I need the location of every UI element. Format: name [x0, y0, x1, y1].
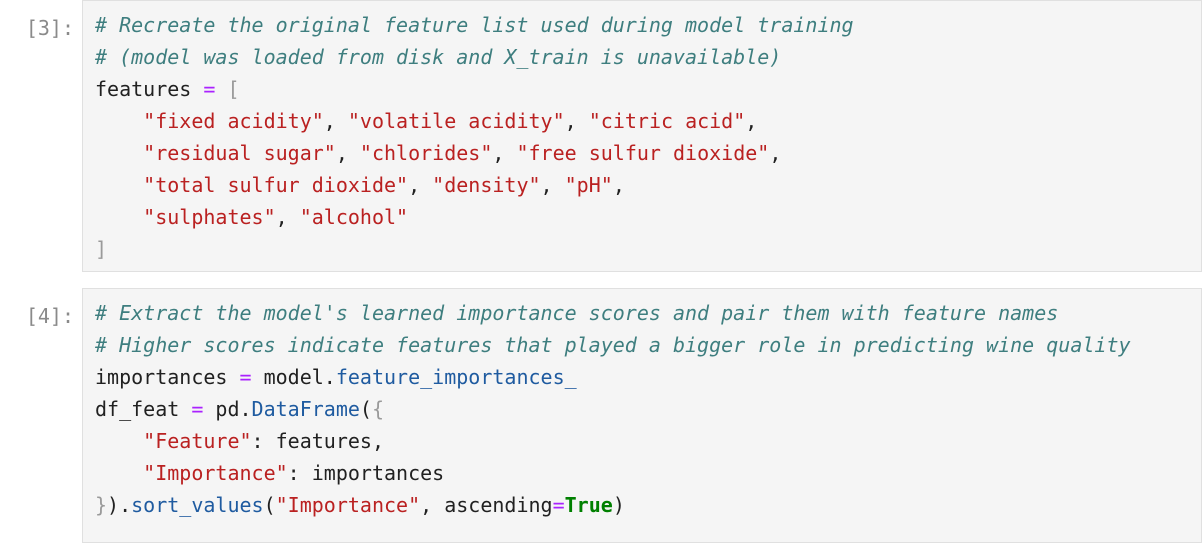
code-token: , [612, 173, 625, 197]
code-token: "alcohol" [299, 205, 409, 229]
code-token: "pH" [564, 173, 613, 197]
code-token: # Recreate the original feature list use… [95, 13, 854, 37]
code-line: # Higher scores indicate features that p… [95, 329, 1131, 361]
code-token: : features, [251, 429, 384, 453]
code-token: sort_values [131, 493, 264, 517]
code-token: "volatile acidity" [347, 109, 565, 133]
code-token: "Importance" [143, 461, 288, 485]
code-token: , [275, 205, 300, 229]
code-token: "density" [432, 173, 541, 197]
code-token: "free sulfur dioxide" [516, 141, 770, 165]
code-token: "residual sugar" [143, 141, 336, 165]
code-token: , [769, 141, 782, 165]
code-line: "residual sugar", "chlorides", "free sul… [95, 137, 854, 169]
code-token: = [203, 77, 216, 101]
code-line: # Recreate the original feature list use… [95, 9, 854, 41]
code-token: DataFrame [251, 397, 360, 421]
code-token: "Feature" [143, 429, 252, 453]
code-line: df_feat = pd.DataFrame({ [95, 393, 1131, 425]
code-line: ] [95, 233, 854, 265]
code-line: importances = model.feature_importances_ [95, 361, 1131, 393]
code-line: "fixed acidity", "volatile acidity", "ci… [95, 105, 854, 137]
code-token: model. [251, 365, 336, 389]
code-line: # Extract the model's learned importance… [95, 297, 1131, 329]
code-token: "fixed acidity" [143, 109, 324, 133]
code-token: , [745, 109, 758, 133]
code-token: "total sulfur dioxide" [143, 173, 409, 197]
code-line: "sulphates", "alcohol" [95, 201, 854, 233]
code-token: "chlorides" [359, 141, 493, 165]
code-cell-3[interactable]: [3]: # Recreate the original feature lis… [0, 0, 1202, 272]
code-token: ] [95, 237, 108, 261]
code-token: , [408, 173, 433, 197]
code-cell-4[interactable]: [4]: # Extract the model's learned impor… [0, 288, 1202, 543]
code-token: = [239, 365, 252, 389]
code-token: , [335, 141, 360, 165]
code-token: [ [227, 77, 240, 101]
code-line: }).sort_values("Importance", ascending=T… [95, 489, 1131, 521]
code-token: : importances [287, 461, 445, 485]
code-token: } [95, 493, 108, 517]
code-line: # (model was loaded from disk and X_trai… [95, 41, 854, 73]
code-token: # Higher scores indicate features that p… [95, 333, 1131, 357]
code-token: feature_importances_ [335, 365, 577, 389]
code-token: # Extract the model's learned importance… [95, 301, 1059, 325]
code-token: "sulphates" [143, 205, 276, 229]
code-input-area[interactable]: # Recreate the original feature list use… [82, 0, 1202, 272]
code-token: ( [263, 493, 276, 517]
notebook: [3]: # Recreate the original feature lis… [0, 0, 1202, 543]
code-token: df_feat [95, 397, 192, 421]
code-token: ) [612, 493, 625, 517]
code-input-area[interactable]: # Extract the model's learned importance… [82, 288, 1202, 543]
code-token: "Importance" [275, 493, 421, 517]
code-token: ). [107, 493, 132, 517]
code-token: , [540, 173, 565, 197]
code-editor[interactable]: # Extract the model's learned importance… [95, 297, 1131, 521]
code-token: pd. [203, 397, 252, 421]
code-token: importances [95, 365, 240, 389]
code-token: = [552, 493, 565, 517]
code-token: , [492, 141, 517, 165]
code-token: # (model was loaded from disk and X_trai… [95, 45, 782, 69]
code-line: "total sulfur dioxide", "density", "pH", [95, 169, 854, 201]
execution-prompt: [4]: [25, 304, 74, 328]
code-token: , [323, 109, 348, 133]
code-line: "Feature": features, [95, 425, 1131, 457]
code-token: = [191, 397, 204, 421]
code-line: features = [ [95, 73, 854, 105]
code-token: , [564, 109, 589, 133]
code-token: features [95, 77, 204, 101]
execution-prompt: [3]: [25, 16, 74, 40]
code-token: , ascending [420, 493, 553, 517]
code-token: True [564, 493, 613, 517]
code-line: "Importance": importances [95, 457, 1131, 489]
code-token: ( [359, 397, 372, 421]
code-token: { [371, 397, 385, 421]
code-editor[interactable]: # Recreate the original feature list use… [95, 9, 854, 265]
code-token: "citric acid" [588, 109, 746, 133]
